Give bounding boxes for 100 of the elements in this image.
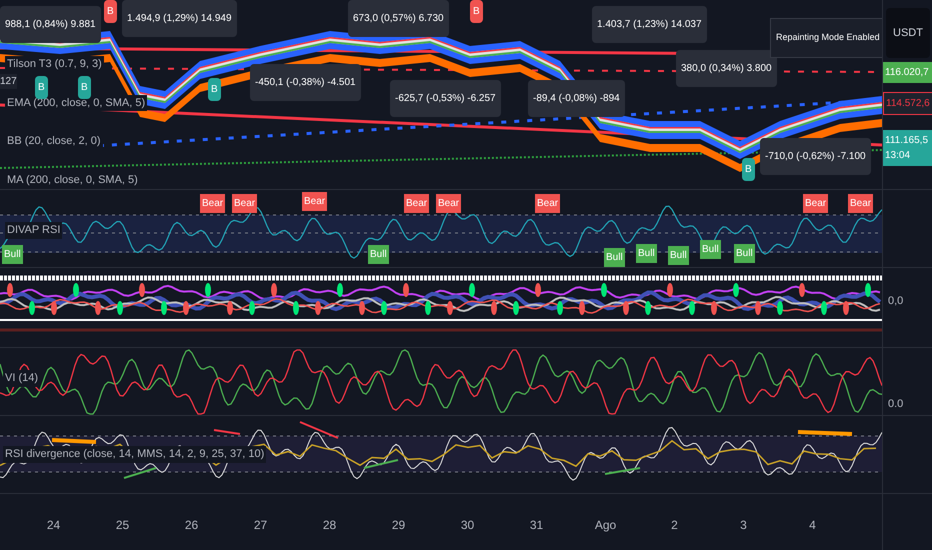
signal-dot <box>711 301 717 315</box>
signal-dot <box>821 301 827 315</box>
signal-dot <box>535 283 541 297</box>
signal-dot <box>579 301 585 315</box>
measure-tooltip: -710,0 (-0,62%) -7.100 <box>760 138 871 175</box>
divergence-label: Bear <box>535 194 560 213</box>
date-label: 27 <box>254 517 268 534</box>
signal-dot <box>227 301 233 315</box>
signal-marker: B <box>104 0 117 23</box>
edge-label: 127 <box>0 74 17 89</box>
date-label: 2 <box>671 517 678 534</box>
measure-tooltip: -450,1 (-0,38%) -4.501 <box>250 64 361 101</box>
hidden-divergence-line <box>798 430 852 436</box>
signal-dot <box>733 283 739 297</box>
measure-tooltip: 1.494,9 (1,29%) 14.949 <box>122 0 237 37</box>
signal-dot <box>359 301 365 315</box>
signal-dot <box>513 301 519 315</box>
date-label: 29 <box>392 517 406 534</box>
signal-dot <box>425 301 431 315</box>
divergence-label: Bear <box>436 194 462 213</box>
date-label: 31 <box>530 517 544 534</box>
price-label: 116.020,7 <box>883 62 932 83</box>
divergence-label: Bull <box>2 245 23 264</box>
bullish-divergence-line <box>124 467 156 479</box>
bullish-divergence-line <box>364 459 398 469</box>
divergence-label: Bear <box>404 194 430 213</box>
divergence-label: Bull <box>668 246 689 265</box>
pane-title: VI (14) <box>3 370 40 386</box>
signal-dot <box>7 283 13 297</box>
date-label: 24 <box>46 517 60 534</box>
signal-dot <box>777 301 783 315</box>
pane-title: RSI divergence (close, 14, MMS, 14, 2, 9, 25, 37, 10) <box>3 446 266 462</box>
signal-dot <box>601 283 607 297</box>
price-label: 111.165,5 13:04 <box>883 130 932 166</box>
signal-dot <box>689 301 695 315</box>
axis-value: 0,0 <box>888 294 904 309</box>
measure-tooltip: -89,4 (-0,08%) -894 <box>528 80 625 117</box>
indicator-legend: Tilson T3 (0.7, 9, 3) <box>5 56 104 72</box>
indicator-legend: BB (20, close, 2, 0) <box>5 133 103 150</box>
price-label: 114.572,6 <box>883 92 932 115</box>
signal-dot <box>623 301 629 315</box>
divergence-label: Bear <box>232 194 258 213</box>
signal-dot <box>843 301 849 315</box>
date-label: 25 <box>116 517 130 534</box>
currency-label: USDT <box>886 8 930 58</box>
date-label: Ago <box>594 517 616 534</box>
signal-dot <box>183 301 189 315</box>
bullish-divergence-line <box>604 467 640 475</box>
divergence-label: Bear <box>200 194 226 213</box>
signal-marker: B <box>78 76 91 99</box>
measure-tooltip: 673,0 (0,57%) 6.730 <box>348 0 449 37</box>
date-label: 26 <box>184 517 198 534</box>
signal-dot <box>139 283 145 297</box>
signal-dot <box>799 283 805 297</box>
date-label: 3 <box>740 517 747 534</box>
signal-marker: B <box>208 78 221 101</box>
countdown-text: 13:04 <box>885 149 912 163</box>
divergence-label: Bear <box>803 194 828 213</box>
measure-tooltip: 1.403,7 (1,23%) 14.037 <box>592 6 707 43</box>
signal-dot <box>865 283 871 297</box>
repainting-notice: Repainting Mode Enabled <box>770 18 882 58</box>
divergence-label: Bull <box>734 244 755 263</box>
signal-marker: B <box>470 0 483 23</box>
signal-dot <box>51 301 57 315</box>
signal-dot <box>403 283 409 297</box>
signal-dot <box>447 301 453 315</box>
signal-dot <box>337 283 343 297</box>
date-label: 4 <box>809 517 816 534</box>
signal-marker: B <box>35 76 48 99</box>
axis-value: 0.0 <box>888 397 904 412</box>
measure-tooltip: 380,0 (0,34%) 3.800 <box>676 50 777 87</box>
divergence-label: Bear <box>302 192 328 211</box>
date-label: 30 <box>460 517 474 534</box>
signal-dot <box>161 301 167 315</box>
divergence-label: Bull <box>604 248 625 267</box>
indicator-legend: EMA (200, close, 0, SMA, 5) <box>5 94 148 111</box>
signal-dot <box>557 301 563 315</box>
signal-dot <box>117 301 123 315</box>
signal-dot <box>29 301 35 315</box>
signal-dot <box>755 301 761 315</box>
signal-dot <box>73 283 79 297</box>
signal-dot <box>95 301 101 315</box>
signal-dot <box>293 301 299 315</box>
signal-dot <box>381 301 387 315</box>
signal-dot <box>315 301 321 315</box>
pane-title: DIVAP RSI <box>5 222 62 238</box>
hidden-divergence-line <box>52 438 96 444</box>
divergence-label: Bear <box>848 194 874 213</box>
bearish-divergence-line <box>214 429 240 435</box>
signal-dot <box>205 283 211 297</box>
signal-marker: B <box>742 158 755 181</box>
signal-dot <box>249 301 255 315</box>
signal-dot <box>491 301 497 315</box>
divergence-label: Bull <box>636 244 657 263</box>
divergence-label: Bull <box>700 240 721 259</box>
divergence-label: Bull <box>368 245 389 264</box>
measure-tooltip: -625,7 (-0,53%) -6.257 <box>390 80 501 117</box>
date-label: 28 <box>322 517 336 534</box>
signal-dot <box>469 283 475 297</box>
measure-tooltip: 988,1 (0,84%) 9.881 <box>0 6 101 43</box>
